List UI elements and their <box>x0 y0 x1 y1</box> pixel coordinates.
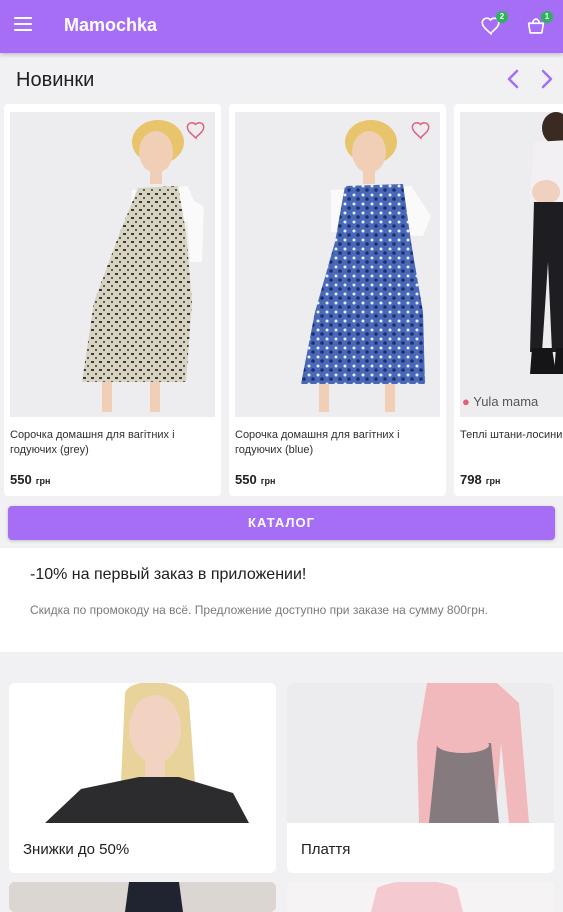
promo-banner: -10% на первый заказ в приложении! Скидк… <box>0 548 563 652</box>
app-bar: Mamochka 2 1 <box>0 0 563 53</box>
product-card[interactable]: Сорочка домашня для вагітних і годуючих … <box>4 104 221 496</box>
product-price: 550 грн <box>10 472 51 487</box>
product-name: Сорочка домашня для вагітних і годуючих … <box>235 429 400 456</box>
heart-icon[interactable] <box>410 120 432 140</box>
category-tile[interactable] <box>9 882 276 912</box>
new-arrivals-header: Новинки <box>0 55 563 103</box>
product-name: Теплі штани-лосини чорний <box>460 429 563 441</box>
menu-icon[interactable] <box>14 17 32 31</box>
category-image <box>287 683 554 823</box>
cart-count-badge: 1 <box>541 11 553 23</box>
carousel-prev-button[interactable] <box>502 67 526 91</box>
product-price: 798 грн <box>460 472 501 487</box>
carousel-next-button[interactable] <box>534 67 558 91</box>
heart-icon[interactable] <box>185 120 207 140</box>
category-image <box>287 882 554 912</box>
section-title: Новинки <box>16 69 95 91</box>
category-tile[interactable] <box>287 882 554 912</box>
promo-text: Скидка по промокоду на всё. Предложение … <box>30 603 488 617</box>
product-name: Сорочка домашня для вагітних і годуючих … <box>10 429 175 456</box>
catalog-button[interactable]: КАТАЛОГ <box>8 506 555 540</box>
category-tile-discounts[interactable]: Знижки до 50% <box>9 683 276 873</box>
category-tile-dresses[interactable]: Плаття <box>287 683 554 873</box>
product-card[interactable]: ● Yula mama Теплі штани-лосини чорний 79… <box>454 104 563 496</box>
app-title: Mamochka <box>64 15 158 35</box>
category-image <box>9 683 276 823</box>
category-label: Плаття <box>301 841 351 858</box>
category-image <box>9 882 276 912</box>
category-label: Знижки до 50% <box>23 841 130 858</box>
favorites-count-badge: 2 <box>496 11 508 23</box>
cart-button[interactable]: 1 <box>523 11 553 39</box>
product-carousel[interactable]: Сорочка домашня для вагітних і годуючих … <box>0 104 563 496</box>
promo-title: -10% на первый заказ в приложении! <box>30 566 307 583</box>
product-card[interactable]: Сорочка домашня для вагітних і годуючих … <box>229 104 446 496</box>
chevron-right-icon <box>541 69 553 89</box>
product-price: 550 грн <box>235 472 276 487</box>
product-image <box>10 112 215 417</box>
product-image: ● Yula mama <box>460 112 563 417</box>
favorites-button[interactable]: 2 <box>478 11 508 39</box>
chevron-left-icon <box>507 69 519 89</box>
product-image <box>235 112 440 417</box>
watermark-logo: ● Yula mama <box>462 394 539 409</box>
